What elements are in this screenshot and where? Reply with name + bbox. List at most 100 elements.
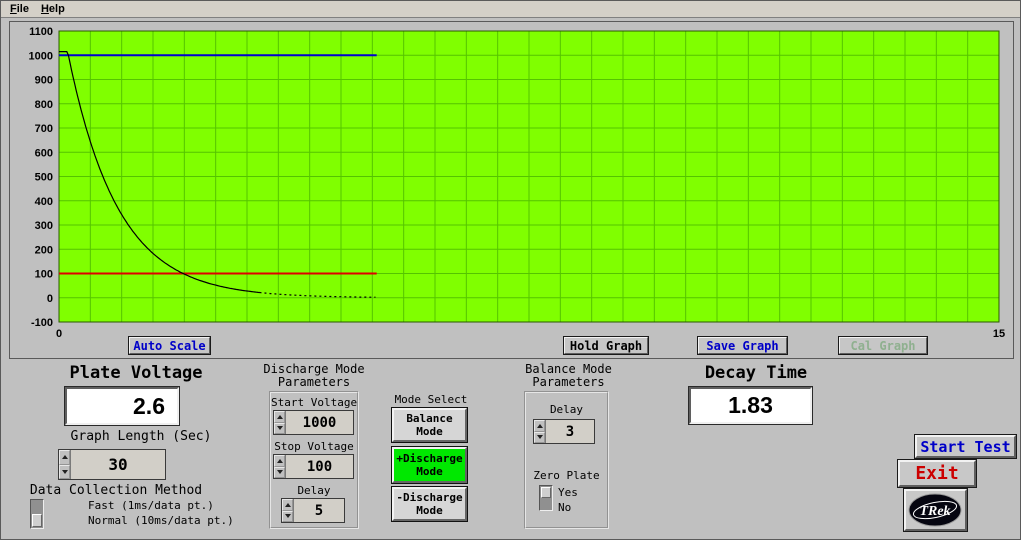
arrow-down-icon (277, 470, 283, 474)
spin-up-button[interactable] (274, 455, 285, 467)
spin-arrows (274, 455, 286, 478)
svg-text:200: 200 (35, 244, 53, 256)
discharge-delay-spinner[interactable]: 5 (281, 498, 345, 523)
save-graph-button[interactable]: Save Graph (698, 337, 787, 354)
arrow-up-icon (277, 415, 283, 419)
menu-item-file[interactable]: File (4, 3, 35, 15)
svg-text:1100: 1100 (29, 26, 53, 38)
discharge-params-title-line2: Parameters (256, 375, 372, 389)
spin-up-button[interactable] (282, 499, 293, 511)
zero-plate-yes-label: Yes (558, 486, 578, 499)
zero-plate-no-label: No (558, 501, 571, 514)
mode-button-line1: +Discharge (396, 452, 462, 465)
arrow-down-icon (62, 470, 68, 474)
arrow-up-icon (277, 459, 283, 463)
spin-up-button[interactable] (534, 420, 545, 432)
arrow-up-icon (62, 455, 68, 459)
app-window: File Help -10001002003004005006007008009… (0, 0, 1021, 540)
decay-time-value: 1.83 (728, 392, 773, 419)
svg-text:300: 300 (35, 220, 53, 232)
stop-voltage-spinner[interactable]: 100 (273, 454, 354, 479)
discharge-delay-value[interactable]: 5 (294, 499, 344, 522)
svg-text:900: 900 (35, 75, 53, 87)
exit-button[interactable]: Exit (898, 460, 976, 487)
svg-text:100: 100 (35, 269, 53, 281)
spin-down-button[interactable] (534, 432, 545, 444)
balance-delay-label: Delay (526, 403, 607, 416)
mode-button-line2: Mode (416, 425, 443, 438)
positive-discharge-mode-button[interactable]: +Discharge Mode (392, 447, 467, 483)
spin-up-button[interactable] (59, 450, 70, 465)
balance-delay-value[interactable]: 3 (546, 420, 594, 443)
data-collection-label: Data Collection Method (9, 483, 223, 498)
spin-arrows (59, 450, 71, 479)
decay-graph: -100010020030040050060070080090010001100… (10, 22, 1013, 357)
decay-time-label: Decay Time (691, 363, 821, 383)
svg-text:0: 0 (56, 328, 62, 340)
arrow-down-icon (537, 435, 543, 439)
arrow-up-icon (537, 424, 543, 428)
zero-plate-label: Zero Plate (526, 469, 607, 482)
arrow-down-icon (277, 426, 283, 430)
svg-text:800: 800 (35, 99, 53, 111)
spin-arrows (534, 420, 546, 443)
trek-logo-button[interactable]: TRek (904, 489, 967, 531)
mode-select-label: Mode Select (386, 393, 476, 406)
svg-text:400: 400 (35, 196, 53, 208)
trek-logo-text: TRek (919, 504, 950, 519)
balance-params-group: Delay 3 Zero Plate Yes No (524, 391, 609, 529)
discharge-params-title-line1: Discharge Mode (256, 362, 372, 376)
data-collection-toggle[interactable] (30, 499, 44, 529)
mode-button-line1: -Discharge (396, 491, 462, 504)
data-collection-fast-label: Fast (1ms/data pt.) (88, 499, 214, 512)
plate-voltage-value: 2.6 (133, 393, 165, 420)
toggle-knob[interactable] (32, 514, 42, 527)
mode-button-line2: Mode (416, 465, 443, 478)
mode-button-line2: Mode (416, 504, 443, 517)
menu-bar: File Help (1, 1, 1020, 18)
spin-up-button[interactable] (274, 411, 285, 423)
graph-length-value[interactable]: 30 (71, 450, 165, 479)
hold-graph-button[interactable]: Hold Graph (564, 337, 648, 354)
discharge-params-group: Start Voltage 1000 Stop Voltage 100 Dela… (269, 391, 359, 529)
chart-panel: -100010020030040050060070080090010001100… (9, 21, 1014, 359)
svg-text:-100: -100 (31, 317, 53, 329)
spin-down-button[interactable] (59, 465, 70, 480)
balance-params-title-line1: Balance Mode (521, 362, 616, 376)
plate-voltage-label: Plate Voltage (61, 363, 211, 383)
spin-down-button[interactable] (274, 467, 285, 479)
zero-plate-toggle[interactable] (539, 485, 553, 511)
auto-scale-button[interactable]: Auto Scale (129, 337, 210, 354)
svg-text:1000: 1000 (29, 50, 53, 62)
plate-voltage-display: 2.6 (65, 387, 179, 425)
spin-arrows (274, 411, 286, 434)
data-collection-normal-label: Normal (10ms/data pt.) (88, 514, 234, 527)
balance-params-title-line2: Parameters (521, 375, 616, 389)
discharge-delay-label: Delay (271, 484, 357, 497)
svg-text:15: 15 (993, 328, 1005, 340)
balance-mode-button[interactable]: Balance Mode (392, 408, 467, 442)
arrow-up-icon (285, 503, 291, 507)
balance-delay-spinner[interactable]: 3 (533, 419, 595, 444)
mode-button-line1: Balance (406, 412, 452, 425)
menu-item-help[interactable]: Help (35, 3, 71, 15)
trek-logo: TRek (907, 492, 964, 528)
stop-voltage-label: Stop Voltage (271, 440, 357, 453)
start-test-button[interactable]: Start Test (915, 435, 1016, 458)
start-voltage-spinner[interactable]: 1000 (273, 410, 354, 435)
cal-graph-button[interactable]: Cal Graph (839, 337, 927, 354)
graph-length-spinner[interactable]: 30 (58, 449, 166, 480)
spin-down-button[interactable] (274, 423, 285, 435)
start-voltage-value[interactable]: 1000 (286, 411, 353, 434)
toggle-knob[interactable] (541, 487, 551, 498)
graph-length-label: Graph Length (Sec) (46, 429, 236, 444)
svg-text:700: 700 (35, 123, 53, 135)
spin-down-button[interactable] (282, 511, 293, 523)
spin-arrows (282, 499, 294, 522)
svg-text:600: 600 (35, 147, 53, 159)
negative-discharge-mode-button[interactable]: -Discharge Mode (392, 487, 467, 521)
decay-time-display: 1.83 (689, 387, 812, 424)
stop-voltage-value[interactable]: 100 (286, 455, 353, 478)
svg-text:500: 500 (35, 172, 53, 184)
svg-text:0: 0 (47, 293, 53, 305)
